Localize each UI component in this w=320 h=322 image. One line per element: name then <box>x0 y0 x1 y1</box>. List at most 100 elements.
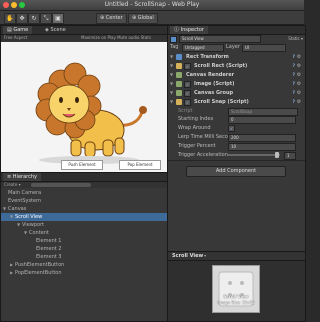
globe-icon: ⊕ <box>132 15 137 21</box>
pivot-toggle[interactable]: ⊕ Center <box>96 13 127 24</box>
gear-icon[interactable]: ⚙ <box>296 62 302 70</box>
hierarchy-toolbar: Create ▾ <box>1 182 167 188</box>
tab-game[interactable]: ▤ Game <box>3 26 33 34</box>
component-name: Canvas Renderer <box>186 72 235 78</box>
hierarchy-search-input[interactable] <box>31 183 91 187</box>
slider-handle[interactable] <box>275 152 280 158</box>
component-name: Scroll Rect (Script) <box>194 63 248 69</box>
inspector-panel: ⓘ Inspector Scroll View Static ▾ Tag Unt… <box>167 25 306 252</box>
hierarchy-item[interactable]: ▶ PushElementButton <box>1 261 167 269</box>
static-toggle[interactable]: Static ▾ <box>288 35 303 43</box>
property-checkbox[interactable]: ✓ <box>228 125 235 132</box>
preview-title: Scroll View <box>172 253 204 259</box>
rotate-tool-button[interactable]: ↻ <box>28 13 40 24</box>
rect-tool-button[interactable]: ▣ <box>52 13 64 24</box>
hierarchy-item[interactable]: Element 2 <box>1 245 167 253</box>
hierarchy-panel: ≡ Hierarchy Create ▾ Main Camera EventSys… <box>0 172 168 322</box>
property-value-field[interactable]: 1 <box>284 152 296 160</box>
hierarchy-item-label: Canvas <box>8 206 27 212</box>
push-element-button[interactable]: Push Element <box>61 160 103 170</box>
collapse-arrow-icon[interactable]: ▼ <box>170 89 173 97</box>
component-header[interactable]: ▼ Rect Transform? ⚙ <box>170 53 303 61</box>
component-header[interactable]: ▼ ✓ Image (Script)? ⚙ <box>170 80 303 88</box>
hierarchy-item-label: Content <box>29 230 49 236</box>
collapse-arrow-icon[interactable]: ▼ <box>170 62 173 70</box>
hierarchy-item[interactable]: Main Camera <box>1 189 167 197</box>
preview-thumbnail: Scroll View Image Size: 32x32 <box>212 265 260 313</box>
game-view[interactable]: Push Element Pop Element <box>1 42 167 172</box>
space-toggle[interactable]: ⊕ Global <box>128 13 158 24</box>
object-active-checkbox[interactable] <box>170 36 177 43</box>
component-enabled-checkbox[interactable]: ✓ <box>184 99 191 106</box>
collapse-arrow-icon[interactable]: ▼ <box>170 71 173 79</box>
hierarchy-item[interactable]: ▼ Content <box>1 229 167 237</box>
move-tool-button[interactable]: ✥ <box>16 13 28 24</box>
preview-menu-icon[interactable]: ▾ <box>204 252 206 260</box>
tab-inspector-label: Inspector <box>180 27 204 33</box>
gear-icon[interactable]: ⚙ <box>296 98 302 106</box>
hierarchy-item[interactable]: Element 1 <box>1 237 167 245</box>
hierarchy-item-label: Element 1 <box>36 238 62 244</box>
hierarchy-item[interactable]: ▼ Canvas <box>1 205 167 213</box>
property-slider[interactable] <box>228 152 280 158</box>
hierarchy-item[interactable]: Element 3 <box>1 253 167 261</box>
component-header[interactable]: ▼ Canvas Renderer? ⚙ <box>170 71 303 79</box>
hierarchy-item[interactable]: ▶ PopElementButton <box>1 269 167 277</box>
component-icon <box>176 54 182 60</box>
hand-tool-button[interactable]: ✋ <box>4 13 16 24</box>
help-icon[interactable]: ? <box>293 62 295 70</box>
tab-scene[interactable]: ◈ Scene <box>41 26 70 34</box>
property-value-field[interactable]: 200 <box>228 134 296 142</box>
inspector-divider <box>168 160 305 161</box>
property-value-field[interactable]: 0 <box>228 116 296 124</box>
hierarchy-item-label: EventSystem <box>8 198 41 204</box>
tab-inspector[interactable]: ⓘ Inspector <box>170 26 208 34</box>
component-enabled-checkbox[interactable]: ✓ <box>184 90 191 97</box>
hierarchy-item-label: Main Camera <box>8 190 42 196</box>
component-header[interactable]: ▼ ✓ Scroll Rect (Script)? ⚙ <box>170 62 303 70</box>
hand-icon: ✋ <box>6 15 14 22</box>
preview-header: Scroll View ▾ <box>168 252 305 261</box>
hierarchy-item[interactable]: ▼ Viewport <box>1 221 167 229</box>
hierarchy-item[interactable]: ▼ Scroll View <box>1 213 167 221</box>
tag-dropdown[interactable]: Untagged <box>182 44 224 52</box>
gear-icon[interactable]: ⚙ <box>296 71 302 79</box>
property-label: Starting Index <box>178 116 214 122</box>
add-component-button[interactable]: Add Component <box>186 166 286 177</box>
help-icon[interactable]: ? <box>293 80 295 88</box>
pop-element-button[interactable]: Pop Element <box>119 160 161 170</box>
scale-icon: ⤡ <box>43 15 49 22</box>
lion-image <box>35 62 147 164</box>
aspect-dropdown[interactable]: Free Aspect <box>4 35 27 41</box>
game-icon: ▤ <box>7 27 12 33</box>
hierarchy-item[interactable]: EventSystem <box>1 197 167 205</box>
collapse-arrow-icon[interactable]: ▼ <box>170 98 173 106</box>
inspector-tabbar: ⓘ Inspector <box>168 26 305 35</box>
help-icon[interactable]: ? <box>293 98 295 106</box>
tag-label: Tag <box>170 44 179 50</box>
object-name-field[interactable]: Scroll View <box>179 35 261 43</box>
collapse-arrow-icon[interactable]: ▼ <box>170 80 173 88</box>
component-enabled-checkbox[interactable]: ✓ <box>184 63 191 70</box>
gear-icon[interactable]: ⚙ <box>296 80 302 88</box>
help-icon[interactable]: ? <box>293 71 295 79</box>
gear-icon[interactable]: ⚙ <box>296 53 302 61</box>
window-title: Untitled - ScrollSnap - Web Play <box>104 1 200 8</box>
layer-label: Layer <box>226 44 240 50</box>
title-bar: Untitled - ScrollSnap - Web Play <box>0 0 304 11</box>
scale-tool-button[interactable]: ⤡ <box>40 13 52 24</box>
tag-layer-row: Tag Untagged Layer UI <box>170 43 303 52</box>
collapse-arrow-icon[interactable]: ▼ <box>170 53 173 61</box>
help-icon[interactable]: ? <box>293 89 295 97</box>
component-enabled-checkbox[interactable]: ✓ <box>184 81 191 88</box>
game-options[interactable]: Maximize on Play Mute audio Stats <box>81 35 151 41</box>
layer-dropdown[interactable]: UI <box>242 44 286 52</box>
create-dropdown[interactable]: Create ▾ <box>4 182 21 188</box>
hierarchy-tabbar: ≡ Hierarchy <box>1 173 167 182</box>
tab-hierarchy[interactable]: ≡ Hierarchy <box>3 173 41 181</box>
component-header[interactable]: ▼ ✓ Scroll Snap (Script)? ⚙ <box>170 98 303 106</box>
gear-icon[interactable]: ⚙ <box>296 89 302 97</box>
help-icon[interactable]: ? <box>293 53 295 61</box>
property-value-field[interactable]: 10 <box>228 143 296 151</box>
component-header[interactable]: ▼ ✓ Canvas Group? ⚙ <box>170 89 303 97</box>
